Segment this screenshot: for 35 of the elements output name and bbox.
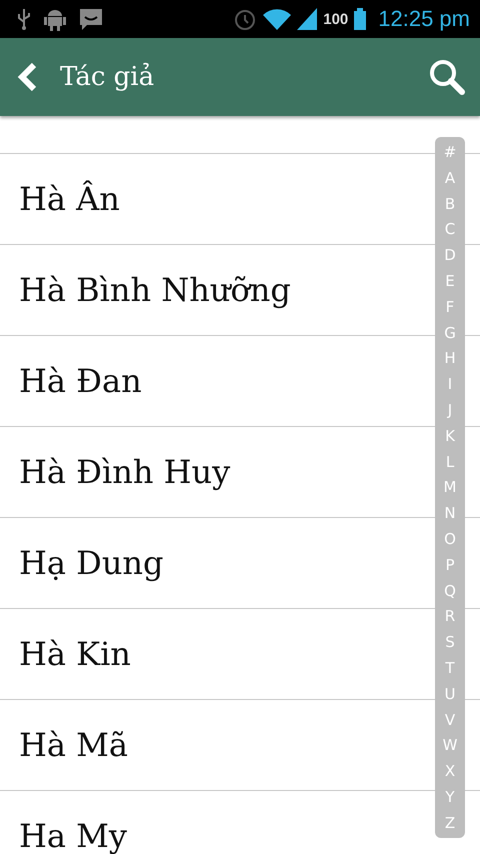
- index-letter[interactable]: C: [435, 220, 465, 238]
- index-letter[interactable]: S: [435, 633, 465, 652]
- index-letter[interactable]: P: [435, 556, 465, 574]
- usb-icon: [16, 8, 32, 30]
- index-letter[interactable]: Q: [435, 582, 465, 600]
- index-letter[interactable]: B: [435, 194, 465, 213]
- back-button[interactable]: [16, 62, 38, 92]
- screen-title: Tác giả: [60, 62, 156, 92]
- battery-level: 100: [323, 10, 348, 28]
- index-letter[interactable]: O: [435, 530, 465, 548]
- chat-icon: [78, 7, 104, 31]
- index-letter[interactable]: M: [435, 478, 465, 496]
- index-letter[interactable]: F: [435, 298, 465, 316]
- alarm-icon: [233, 7, 258, 31]
- index-letter[interactable]: J: [435, 400, 465, 419]
- android-icon: [44, 7, 66, 31]
- index-letter[interactable]: K: [435, 426, 465, 445]
- index-letter[interactable]: H: [435, 349, 465, 368]
- index-letter[interactable]: E: [435, 272, 465, 290]
- index-letter[interactable]: U: [435, 684, 465, 703]
- index-letter[interactable]: V: [435, 710, 465, 729]
- clock-time: 12:25 pm: [378, 6, 470, 32]
- index-letter[interactable]: W: [435, 736, 465, 754]
- index-letter[interactable]: I: [435, 375, 465, 394]
- battery-icon: [354, 8, 366, 30]
- signal-icon: [297, 8, 318, 30]
- index-letter[interactable]: R: [435, 607, 465, 626]
- index-letter[interactable]: A: [435, 168, 465, 187]
- index-letter[interactable]: T: [435, 658, 465, 677]
- index-letter[interactable]: X: [435, 762, 465, 780]
- wifi-icon: [263, 8, 292, 30]
- index-letter[interactable]: Z: [435, 814, 465, 832]
- index-letter[interactable]: L: [435, 452, 465, 471]
- index-letter[interactable]: D: [435, 246, 465, 264]
- search-button[interactable]: [428, 58, 466, 96]
